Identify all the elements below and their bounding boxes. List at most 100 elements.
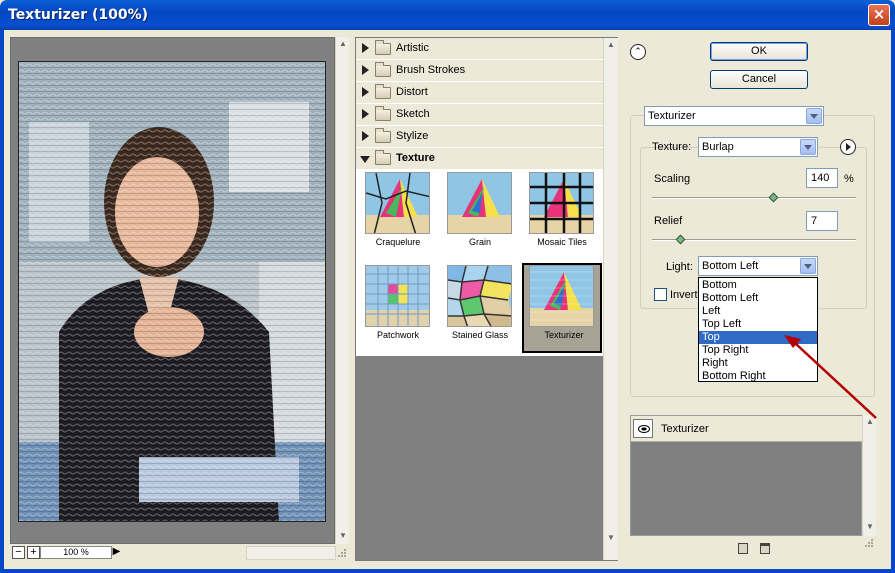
- resize-grip-icon[interactable]: [335, 546, 349, 560]
- expand-arrow-icon[interactable]: [362, 87, 369, 97]
- texture-label: Texture:: [652, 141, 692, 153]
- category-label: Artistic: [396, 42, 429, 54]
- ok-button[interactable]: OK: [710, 42, 808, 61]
- light-option-bottom[interactable]: Bottom: [699, 279, 817, 292]
- category-label: Sketch: [396, 108, 430, 120]
- thumbnail-image: [365, 265, 430, 327]
- close-button[interactable]: ×: [868, 4, 890, 26]
- folder-icon: [375, 40, 391, 55]
- folder-icon: [375, 128, 391, 143]
- category-stylize[interactable]: Stylize: [356, 126, 603, 148]
- expand-arrow-icon[interactable]: [362, 43, 369, 53]
- filter-list-scrollbar[interactable]: ▲ ▼: [603, 38, 618, 560]
- light-option-top-left[interactable]: Top Left: [699, 318, 817, 331]
- resize-grip-icon[interactable]: [862, 536, 876, 550]
- window-title: Texturizer (100%): [8, 7, 149, 23]
- scroll-down-icon[interactable]: ▼: [337, 530, 349, 542]
- category-label: Stylize: [396, 130, 429, 142]
- thumbnail-craquelure[interactable]: Craquelure: [358, 170, 438, 260]
- scroll-down-icon[interactable]: ▼: [605, 532, 617, 544]
- light-label: Light:: [666, 261, 693, 273]
- zoom-out-button[interactable]: −: [12, 546, 25, 559]
- effect-layer-name: Texturizer: [661, 423, 709, 435]
- thumbnail-image: [365, 172, 430, 234]
- texture-thumbnails: Craquelure Grain Mosaic Tiles Patchwork …: [356, 170, 603, 356]
- zoom-in-button[interactable]: +: [27, 546, 40, 559]
- zoom-bar: − + 100 % ▶: [10, 545, 245, 561]
- new-effect-layer-icon[interactable]: [738, 543, 748, 554]
- folder-icon: [375, 106, 391, 121]
- texture-select[interactable]: Burlap: [698, 137, 818, 157]
- chevron-down-icon[interactable]: [806, 108, 822, 124]
- window-frame-left: [0, 30, 4, 573]
- scaling-slider[interactable]: [652, 197, 856, 199]
- zoom-value[interactable]: 100 %: [40, 546, 112, 559]
- category-sketch[interactable]: Sketch: [356, 104, 603, 126]
- thumbnail-texturizer[interactable]: Texturizer: [522, 263, 602, 353]
- window-frame-bottom: [0, 569, 895, 573]
- category-label: Texture: [396, 152, 435, 164]
- scaling-label: Scaling: [654, 173, 691, 185]
- collapse-arrow-icon[interactable]: [360, 156, 370, 163]
- category-distort[interactable]: Distort: [356, 82, 603, 104]
- category-label: Distort: [396, 86, 428, 98]
- thumbnail-label: Craquelure: [375, 237, 421, 247]
- thumbnail-image: [529, 265, 594, 327]
- light-select[interactable]: Bottom Left: [698, 256, 818, 276]
- scroll-up-icon[interactable]: ▲: [605, 39, 617, 51]
- zoom-menu-icon[interactable]: ▶: [110, 546, 123, 559]
- light-dropdown-list: Bottom Bottom Left Left Top Left Top Top…: [698, 277, 818, 382]
- light-option-bottom-left[interactable]: Bottom Left: [699, 292, 817, 305]
- category-texture[interactable]: Texture: [356, 148, 603, 170]
- eye-icon[interactable]: [633, 419, 653, 438]
- relief-input[interactable]: 7: [806, 211, 838, 231]
- thumbnail-stained-glass[interactable]: Stained Glass: [440, 263, 520, 353]
- category-label: Brush Strokes: [396, 64, 466, 76]
- expand-arrow-icon[interactable]: [362, 65, 369, 75]
- window-frame-right: [891, 30, 895, 573]
- scroll-down-icon[interactable]: ▼: [864, 521, 876, 533]
- light-option-top[interactable]: Top: [699, 331, 817, 344]
- filter-select-value: Texturizer: [648, 110, 696, 122]
- thumbnail-mosaic-tiles[interactable]: Mosaic Tiles: [522, 170, 602, 260]
- thumbnail-label: Mosaic Tiles: [537, 237, 587, 247]
- thumbnail-image: [529, 172, 594, 234]
- expand-arrow-icon[interactable]: [362, 109, 369, 119]
- scaling-input[interactable]: 140: [806, 168, 838, 188]
- effect-layer-row[interactable]: Texturizer: [631, 416, 862, 442]
- thumbnail-image: [447, 265, 512, 327]
- thumbnail-label: Patchwork: [376, 330, 420, 340]
- scroll-up-icon[interactable]: ▲: [864, 416, 876, 428]
- thumbnail-image: [447, 172, 512, 234]
- chevron-down-icon[interactable]: [800, 139, 816, 155]
- chevron-down-icon[interactable]: [800, 258, 816, 274]
- expand-arrow-icon[interactable]: [362, 131, 369, 141]
- layers-scrollbar[interactable]: ▲ ▼: [862, 415, 876, 536]
- scroll-up-icon[interactable]: ▲: [337, 38, 349, 50]
- delete-effect-layer-icon[interactable]: [760, 543, 770, 554]
- invert-label: Invert: [670, 289, 698, 301]
- light-option-left[interactable]: Left: [699, 305, 817, 318]
- cancel-button[interactable]: Cancel: [710, 70, 808, 89]
- folder-icon: [375, 62, 391, 77]
- scaling-unit: %: [844, 173, 854, 185]
- preview-vertical-scrollbar[interactable]: ▲ ▼: [335, 37, 349, 544]
- light-select-value: Bottom Left: [702, 260, 759, 272]
- thumbnail-grain[interactable]: Grain: [440, 170, 520, 260]
- thumbnail-label: Texturizer: [544, 330, 584, 340]
- filter-select[interactable]: Texturizer: [644, 106, 824, 126]
- thumbnail-label: Grain: [468, 237, 491, 247]
- category-brush-strokes[interactable]: Brush Strokes: [356, 60, 603, 82]
- folder-icon: [375, 84, 391, 99]
- thumbnail-patchwork[interactable]: Patchwork: [358, 263, 438, 353]
- invert-checkbox[interactable]: [654, 288, 667, 301]
- category-artistic[interactable]: Artistic: [356, 38, 603, 60]
- preview-image[interactable]: [18, 61, 326, 522]
- light-option-top-right[interactable]: Top Right: [699, 344, 817, 357]
- light-option-right[interactable]: Right: [699, 357, 817, 370]
- collapse-gallery-icon[interactable]: ⌃: [630, 44, 646, 60]
- filter-gallery: Artistic Brush Strokes Distort Sketch St…: [355, 37, 618, 561]
- preview-horizontal-scrollbar[interactable]: [246, 546, 336, 560]
- light-option-bottom-right[interactable]: Bottom Right: [699, 370, 817, 383]
- load-texture-menu-icon[interactable]: [840, 139, 856, 155]
